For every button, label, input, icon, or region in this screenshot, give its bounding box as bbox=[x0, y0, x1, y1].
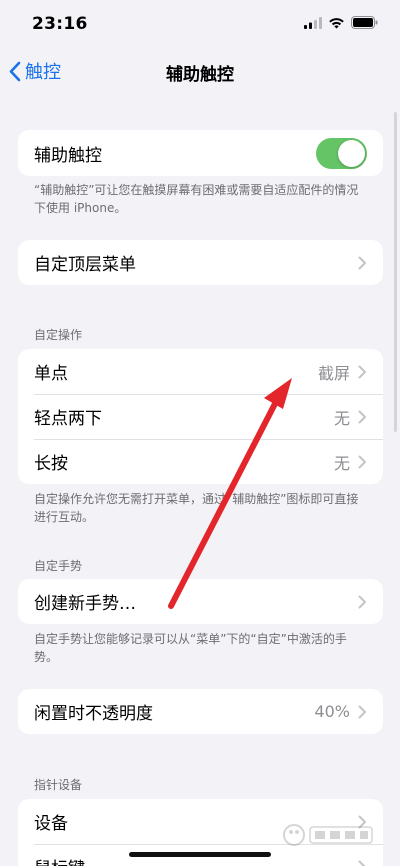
baidu-watermark-logo bbox=[283, 824, 373, 846]
status-time: 23:16 bbox=[32, 14, 88, 34]
nav-bar: 触控 辅助触控 bbox=[0, 48, 400, 94]
custom-gestures-footer: 自定手势让您能够记录可以从“菜单”下的“自定”中激活的手势。 bbox=[34, 632, 347, 664]
page-title: 辅助触控 bbox=[166, 65, 234, 85]
battery-icon bbox=[351, 16, 378, 29]
chevron-right-icon bbox=[358, 705, 366, 718]
chevron-right-icon bbox=[358, 410, 366, 423]
custom-gestures-header: 自定手势 bbox=[34, 559, 83, 573]
custom-actions-group: 单点 截屏 轻点两下 无 长按 无 bbox=[18, 349, 383, 484]
single-tap-label: 单点 bbox=[34, 364, 68, 384]
pointer-devices-header: 指针设备 bbox=[34, 778, 83, 792]
customize-top-menu-label: 自定顶层菜单 bbox=[34, 255, 136, 275]
toggle-knob bbox=[338, 140, 365, 167]
chevron-right-icon bbox=[358, 455, 366, 468]
custom-actions-header: 自定操作 bbox=[34, 328, 83, 342]
chevron-right-icon bbox=[358, 365, 366, 378]
create-new-gesture-row[interactable]: 创建新手势… bbox=[18, 579, 383, 624]
cellular-signal-icon bbox=[304, 16, 322, 29]
double-tap-row[interactable]: 轻点两下 无 bbox=[18, 394, 383, 439]
custom-actions-footer: 自定操作允许您无需打开菜单，通过“辅助触控”图标即可直接进行互动。 bbox=[34, 492, 359, 524]
home-indicator[interactable] bbox=[129, 852, 271, 857]
long-press-row[interactable]: 长按 无 bbox=[18, 439, 383, 484]
single-tap-value: 截屏 bbox=[317, 363, 350, 383]
assistive-touch-group: 辅助触控 bbox=[18, 130, 383, 176]
assistive-touch-footer: “辅助触控”可让您在触摸屏幕有困难或需要自适应配件的情况下使用 iPhone。 bbox=[34, 183, 359, 215]
status-icons bbox=[304, 16, 378, 29]
long-press-value: 无 bbox=[333, 453, 350, 473]
screen: 23:16 触控 辅助触控 辅助触控 “辅助触控”可让您在触摸屏幕有困难或需要自… bbox=[0, 0, 400, 866]
top-menu-group: 自定顶层菜单 bbox=[18, 240, 383, 285]
assistive-touch-toggle[interactable] bbox=[316, 138, 367, 169]
chevron-right-icon bbox=[358, 860, 366, 866]
custom-gestures-group: 创建新手势… bbox=[18, 579, 383, 624]
create-new-gesture-label: 创建新手势… bbox=[34, 594, 136, 614]
chevron-right-icon bbox=[358, 595, 366, 608]
status-bar: 23:16 bbox=[0, 0, 400, 48]
idle-opacity-value: 40% bbox=[314, 702, 350, 721]
idle-opacity-row[interactable]: 闲置时不透明度 40% bbox=[18, 689, 383, 734]
single-tap-row[interactable]: 单点 截屏 bbox=[18, 349, 383, 394]
wifi-icon bbox=[329, 17, 344, 28]
idle-opacity-label: 闲置时不透明度 bbox=[34, 704, 153, 724]
customize-top-menu-row[interactable]: 自定顶层菜单 bbox=[18, 240, 383, 285]
idle-opacity-group: 闲置时不透明度 40% bbox=[18, 689, 383, 734]
assistive-touch-row: 辅助触控 bbox=[18, 130, 383, 176]
scroll-indicator bbox=[394, 112, 397, 432]
double-tap-value: 无 bbox=[333, 408, 350, 428]
double-tap-label: 轻点两下 bbox=[34, 409, 102, 429]
long-press-label: 长按 bbox=[34, 454, 68, 474]
chevron-right-icon bbox=[358, 256, 366, 269]
